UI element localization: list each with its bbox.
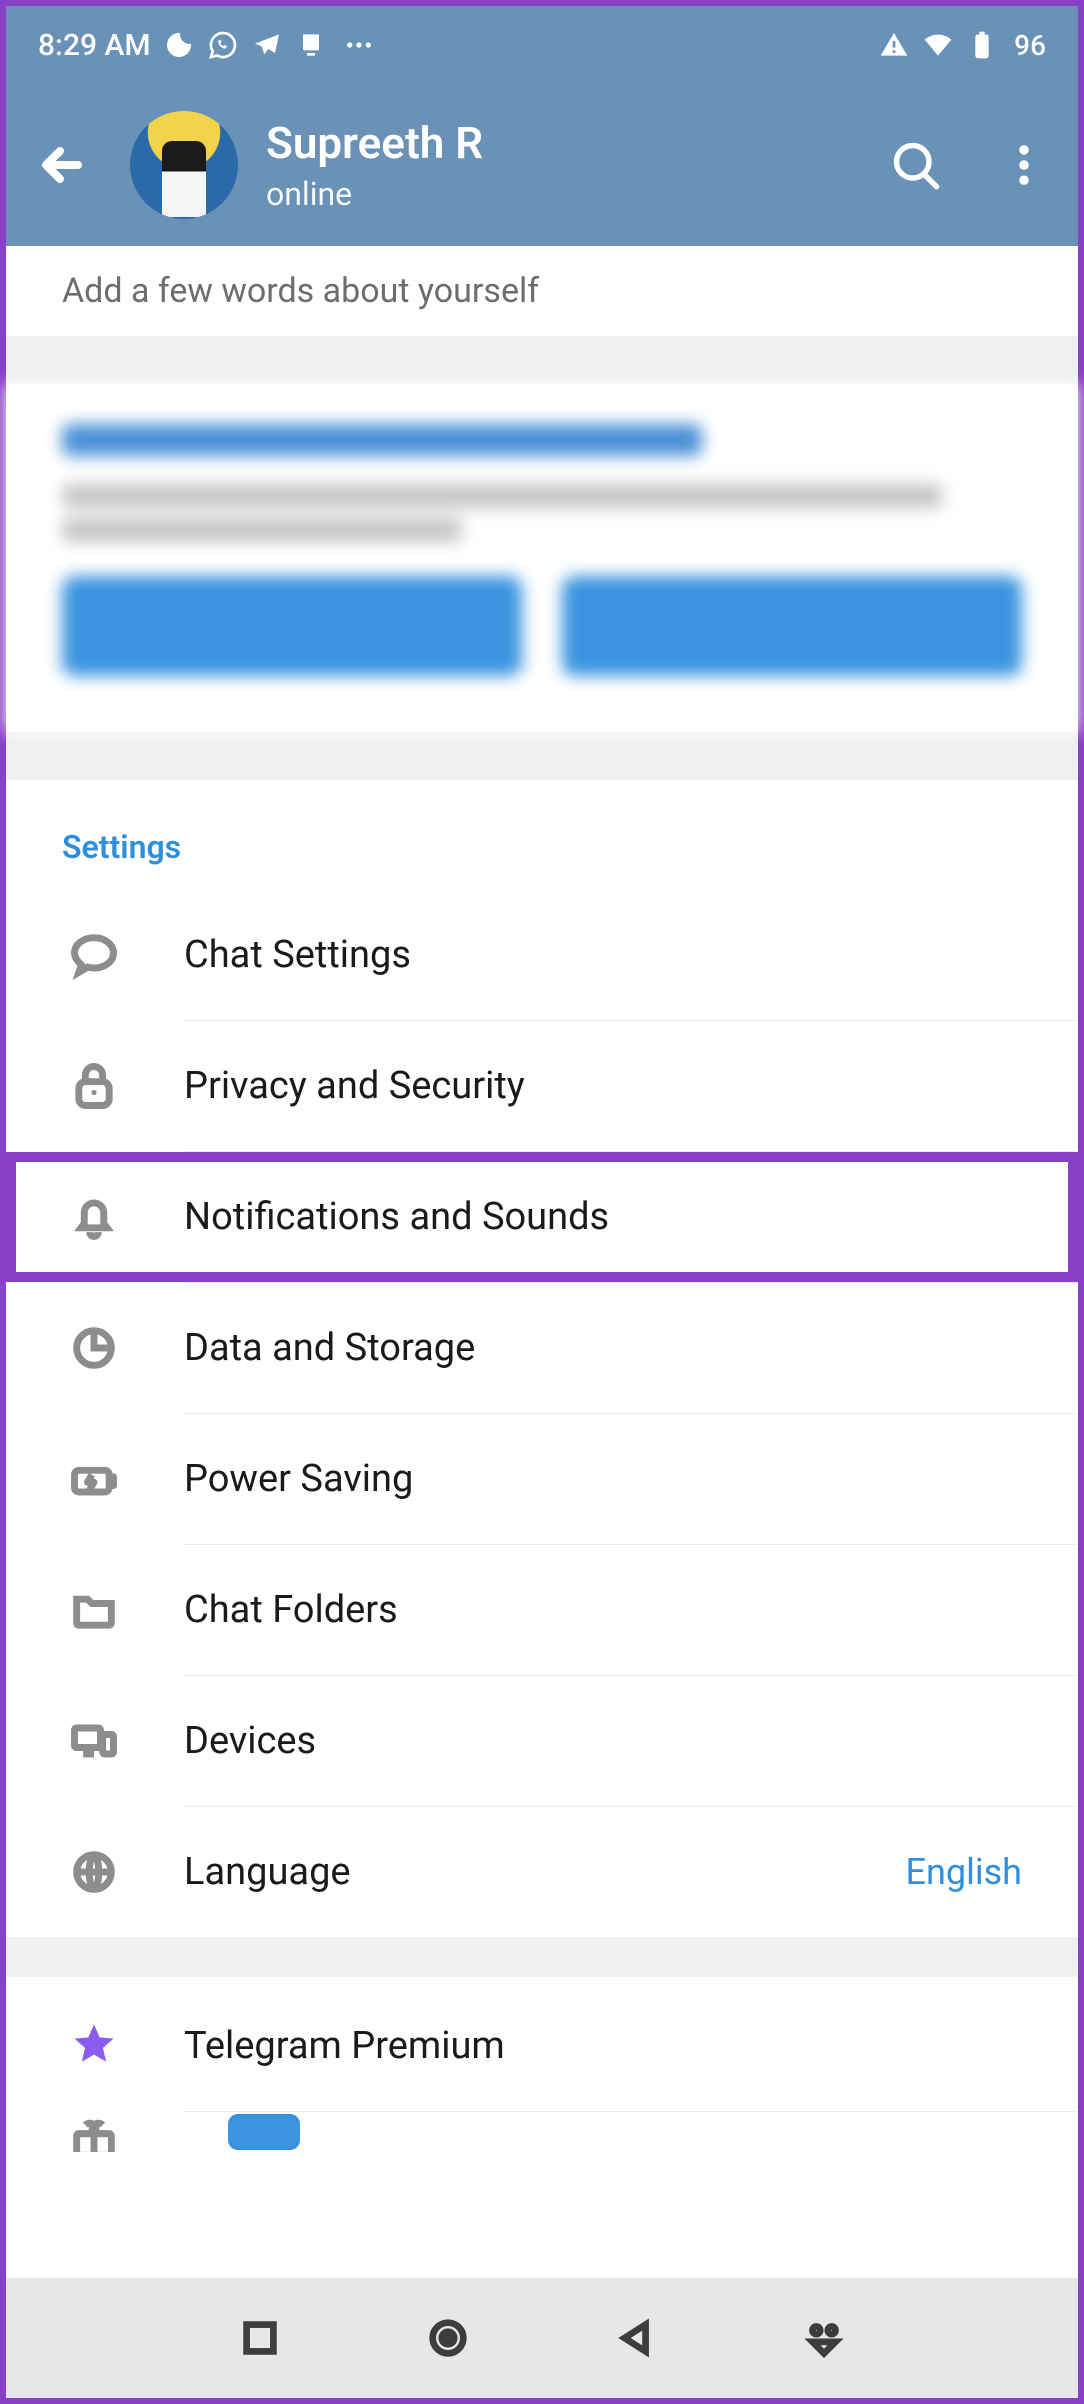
battery-icon	[966, 29, 998, 61]
settings-section: Settings Chat Settings Privacy and Secur…	[6, 780, 1078, 1937]
settings-row-data-storage[interactable]: Data and Storage	[6, 1283, 1078, 1413]
settings-row-chat-folders[interactable]: Chat Folders	[6, 1545, 1078, 1675]
settings-row-power-saving[interactable]: Power Saving	[6, 1414, 1078, 1544]
more-dots-icon	[339, 29, 379, 61]
settings-row-devices[interactable]: Devices	[6, 1676, 1078, 1806]
blurred-promo-card	[6, 384, 1078, 732]
nav-recents-button[interactable]	[232, 2310, 288, 2366]
whatsapp-icon	[207, 29, 239, 61]
settings-row-notifications[interactable]: Notifications and Sounds	[6, 1152, 1078, 1282]
pie-chart-icon	[62, 1322, 126, 1374]
nav-home-button[interactable]	[420, 2310, 476, 2366]
settings-row-value: English	[906, 1851, 1022, 1893]
settings-row-label: Chat Settings	[184, 933, 1022, 977]
settings-row-label: Telegram Premium	[184, 2024, 1022, 2068]
battery-charge-icon	[62, 1453, 126, 1505]
settings-row-privacy[interactable]: Privacy and Security	[6, 1021, 1078, 1151]
settings-row-telegram-premium[interactable]: Telegram Premium	[6, 1981, 1078, 2111]
new-badge	[228, 2114, 300, 2150]
search-button[interactable]	[890, 139, 942, 191]
settings-row-label: Power Saving	[184, 1457, 1022, 1501]
telegram-icon	[251, 29, 283, 61]
battery-level: 96	[1014, 29, 1046, 62]
profile-status: online	[266, 175, 483, 213]
settings-row-gift-premium-partial[interactable]: X	[6, 2112, 1078, 2152]
dnd-moon-icon	[163, 29, 195, 61]
premium-section: Telegram Premium X	[6, 1977, 1078, 2152]
nav-keyboard-hide-button[interactable]	[796, 2310, 852, 2366]
gift-icon	[62, 2112, 126, 2152]
system-nav-bar	[6, 2278, 1078, 2398]
wifi-icon	[922, 29, 954, 61]
profile-avatar[interactable]	[130, 111, 238, 219]
notification-icon	[295, 29, 327, 61]
bio-placeholder: Add a few words about yourself	[62, 271, 539, 311]
settings-row-label: Devices	[184, 1719, 1022, 1763]
blurred-button-2[interactable]	[562, 576, 1022, 676]
devices-icon	[62, 1715, 126, 1767]
section-gap	[6, 1937, 1078, 1977]
divider-gap	[6, 336, 1078, 384]
settings-section-title: Settings	[6, 804, 1078, 890]
settings-row-label: Language	[184, 1850, 906, 1894]
warning-icon	[878, 29, 910, 61]
premium-star-icon	[62, 2020, 126, 2072]
settings-row-label: Chat Folders	[184, 1588, 1022, 1632]
app-header: Supreeth R online	[6, 84, 1078, 246]
clock: 8:29 AM	[38, 28, 151, 63]
settings-row-chat-settings[interactable]: Chat Settings	[6, 890, 1078, 1020]
settings-row-label: Data and Storage	[184, 1326, 1022, 1370]
back-button[interactable]	[34, 137, 90, 193]
chat-bubble-icon	[62, 929, 126, 981]
nav-back-button[interactable]	[608, 2310, 664, 2366]
bell-icon	[62, 1191, 126, 1243]
status-bar: 8:29 AM 96	[6, 6, 1078, 84]
settings-row-label: Privacy and Security	[184, 1064, 1022, 1108]
settings-row-language[interactable]: Language English	[6, 1807, 1078, 1937]
lock-icon	[62, 1060, 126, 1112]
globe-icon	[62, 1846, 126, 1898]
folder-icon	[62, 1584, 126, 1636]
divider-gap	[6, 732, 1078, 780]
blurred-button-1[interactable]	[62, 576, 522, 676]
profile-name: Supreeth R	[266, 117, 483, 169]
settings-row-label: Notifications and Sounds	[184, 1195, 1022, 1239]
more-menu-button[interactable]	[998, 139, 1050, 191]
bio-field[interactable]: Add a few words about yourself	[6, 246, 1078, 336]
